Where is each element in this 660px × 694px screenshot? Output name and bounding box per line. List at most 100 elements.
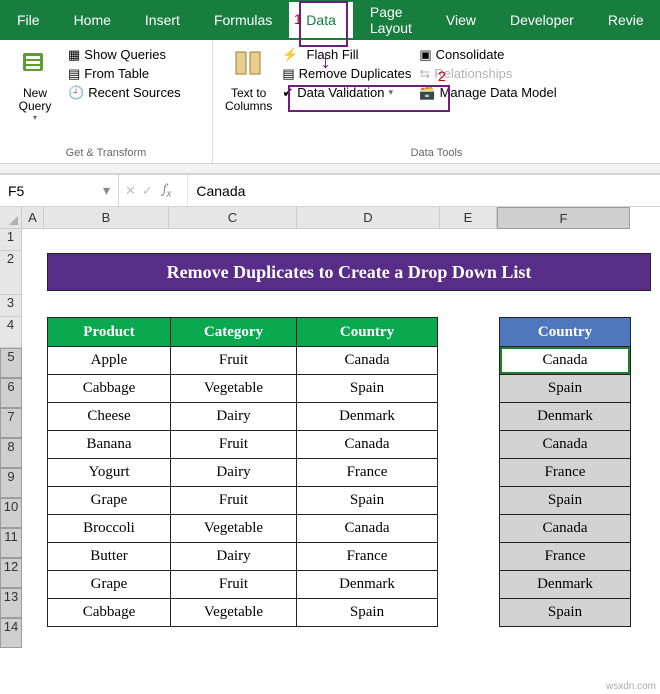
table-cell[interactable]: Grape xyxy=(48,571,171,599)
table-cell[interactable]: Broccoli xyxy=(48,515,171,543)
col-header-d[interactable]: D xyxy=(297,207,440,229)
row-header-9[interactable]: 9 xyxy=(0,468,22,498)
th-product: Product xyxy=(48,318,171,347)
table-cell[interactable]: Denmark xyxy=(500,403,631,431)
row-header-8[interactable]: 8 xyxy=(0,438,22,468)
tab-view[interactable]: View xyxy=(429,2,493,38)
remove-duplicates-button[interactable]: ▤ Remove Duplicates xyxy=(282,67,411,80)
table-cell[interactable]: Canada xyxy=(500,431,631,459)
table-cell[interactable]: Fruit xyxy=(171,487,297,515)
formula-input[interactable]: Canada xyxy=(188,183,245,199)
row-header-7[interactable]: 7 xyxy=(0,408,22,438)
table-cell[interactable]: Butter xyxy=(48,543,171,571)
row-header-6[interactable]: 6 xyxy=(0,378,22,408)
table-cell[interactable]: Denmark xyxy=(297,403,438,431)
row-header-5[interactable]: 5 xyxy=(0,348,22,378)
table-cell[interactable]: Apple xyxy=(48,347,171,375)
row-header-10[interactable]: 10 xyxy=(0,498,22,528)
table-cell[interactable]: Spain xyxy=(297,599,438,627)
tab-review[interactable]: Revie xyxy=(591,2,660,38)
row-header-4[interactable]: 4 xyxy=(0,317,22,348)
manage-data-model-icon: 🗃️ xyxy=(419,86,435,99)
table-cell[interactable]: Spain xyxy=(297,487,438,515)
col-header-c[interactable]: C xyxy=(169,207,297,229)
row-header-13[interactable]: 13 xyxy=(0,588,22,618)
from-table-button[interactable]: ▤ From Table xyxy=(68,67,181,80)
row-header-1[interactable]: 1 xyxy=(0,229,22,251)
table-cell[interactable]: Dairy xyxy=(171,459,297,487)
th-country2: Country xyxy=(500,318,631,347)
row-header-3[interactable]: 3 xyxy=(0,295,22,317)
tab-insert[interactable]: Insert xyxy=(128,2,197,38)
tab-home[interactable]: Home xyxy=(57,2,128,38)
text-to-columns-label: Text to Columns xyxy=(225,87,272,113)
table-cell[interactable]: Canada xyxy=(500,515,631,543)
table-cell[interactable]: France xyxy=(500,543,631,571)
table-cell[interactable]: Banana xyxy=(48,431,171,459)
col-header-f[interactable]: F xyxy=(497,207,630,229)
row-header-2[interactable]: 2 xyxy=(0,251,22,295)
table-cell[interactable]: Grape xyxy=(48,487,171,515)
col-header-b[interactable]: B xyxy=(44,207,169,229)
name-box[interactable]: F5 ▾ xyxy=(0,175,119,206)
fx-icon[interactable]: fx xyxy=(159,182,182,200)
table-cell[interactable]: Fruit xyxy=(171,571,297,599)
table-cell[interactable]: Cheese xyxy=(48,403,171,431)
table-cell[interactable]: Denmark xyxy=(297,571,438,599)
consolidate-button[interactable]: ▣ Consolidate xyxy=(419,48,556,61)
select-all-corner[interactable] xyxy=(0,207,22,229)
table-cell[interactable]: Spain xyxy=(500,375,631,403)
recent-sources-icon: 🕘 xyxy=(68,86,84,99)
tab-formulas[interactable]: Formulas xyxy=(197,2,289,38)
tab-data[interactable]: Data xyxy=(289,2,353,38)
col-header-e[interactable]: E xyxy=(440,207,497,229)
row-header-14[interactable]: 14 xyxy=(0,618,22,648)
table-cell[interactable]: Spain xyxy=(297,375,438,403)
country-list-table: Country Canada Spain Denmark Canada Fran… xyxy=(499,317,631,627)
table-cell[interactable]: Dairy xyxy=(171,543,297,571)
relationships-button[interactable]: ⇆ Relationships xyxy=(419,67,556,80)
cancel-formula-icon[interactable]: ✕ xyxy=(125,183,136,199)
remove-duplicates-label: Remove Duplicates xyxy=(299,67,412,80)
table-cell[interactable]: Spain xyxy=(500,599,631,627)
table-cell[interactable]: Canada xyxy=(297,431,438,459)
table-cell[interactable]: Vegetable xyxy=(171,515,297,543)
chevron-down-icon: ▾ xyxy=(33,113,37,122)
table-cell[interactable]: Canada xyxy=(297,515,438,543)
name-box-value: F5 xyxy=(8,183,24,199)
table-cell[interactable]: Dairy xyxy=(171,403,297,431)
table-cell[interactable]: Canada xyxy=(500,347,631,375)
row-header-12[interactable]: 12 xyxy=(0,558,22,588)
tab-file[interactable]: File xyxy=(0,2,57,38)
chevron-down-icon: ▾ xyxy=(388,88,393,97)
table-cell[interactable]: France xyxy=(297,459,438,487)
table-cell[interactable]: Cabbage xyxy=(48,599,171,627)
show-queries-button[interactable]: ▦ Show Queries xyxy=(68,48,181,61)
text-to-columns-button[interactable]: Text to Columns xyxy=(219,44,278,117)
new-query-button[interactable]: New Query ▾ xyxy=(6,44,64,126)
table-cell[interactable]: Cabbage xyxy=(48,375,171,403)
row-header-11[interactable]: 11 xyxy=(0,528,22,558)
table-cell[interactable]: Fruit xyxy=(171,347,297,375)
from-table-icon: ▤ xyxy=(68,67,80,80)
consolidate-label: Consolidate xyxy=(436,48,505,61)
name-box-dropdown-icon[interactable]: ▾ xyxy=(103,182,110,199)
table-cell[interactable]: Denmark xyxy=(500,571,631,599)
flash-fill-button[interactable]: ⚡ FFlash Fill xyxy=(282,48,411,61)
tab-developer[interactable]: Developer xyxy=(493,2,591,38)
data-validation-label: Data Validation xyxy=(297,86,384,99)
table-cell[interactable]: France xyxy=(297,543,438,571)
col-header-a[interactable]: A xyxy=(22,207,44,229)
table-cell[interactable]: Fruit xyxy=(171,431,297,459)
table-cell[interactable]: Spain xyxy=(500,487,631,515)
enter-formula-icon[interactable]: ✓ xyxy=(142,183,153,199)
recent-sources-button[interactable]: 🕘 Recent Sources xyxy=(68,86,181,99)
manage-data-model-button[interactable]: 🗃️ Manage Data Model xyxy=(419,86,556,99)
data-validation-button[interactable]: ✔︎ Data Validation ▾ xyxy=(282,86,411,99)
table-cell[interactable]: Vegetable xyxy=(171,375,297,403)
table-cell[interactable]: Canada xyxy=(297,347,438,375)
table-cell[interactable]: Yogurt xyxy=(48,459,171,487)
table-cell[interactable]: France xyxy=(500,459,631,487)
table-cell[interactable]: Vegetable xyxy=(171,599,297,627)
new-query-icon xyxy=(20,48,50,85)
